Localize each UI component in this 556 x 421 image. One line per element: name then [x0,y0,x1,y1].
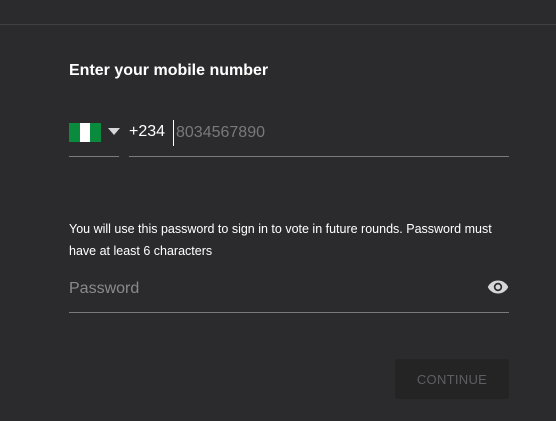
country-code-dropdown[interactable] [69,120,120,157]
eye-icon[interactable] [487,279,509,295]
continue-button[interactable]: CONTINUE [395,359,509,399]
caret-down-icon [108,128,120,135]
password-input[interactable] [69,276,469,302]
page-title: Enter your mobile number [69,62,269,79]
nigeria-flag-icon [69,123,102,142]
phone-number-input[interactable] [173,120,503,146]
dial-code-label: +234 [129,123,166,140]
password-field [69,276,509,313]
phone-field: +234 [129,120,509,157]
top-divider [0,24,556,25]
mobile-number-screen: Enter your mobile number +234 You will u… [0,0,556,421]
password-help-text: You will use this password to sign in to… [69,222,492,258]
